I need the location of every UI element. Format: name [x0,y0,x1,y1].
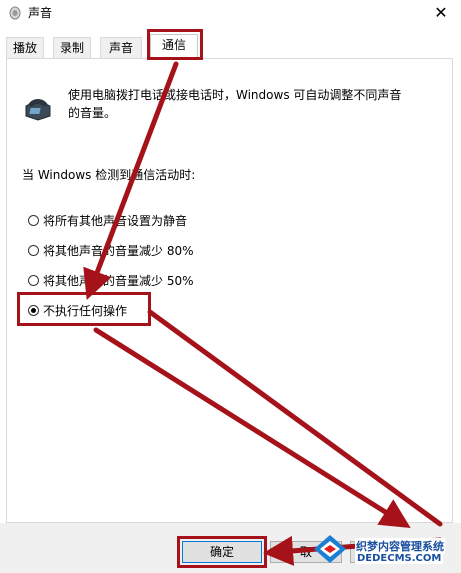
watermark-text: 织梦内容管理系统 [355,538,445,554]
description-text: 使用电脑拨打电话或接电话时，Windows 可自动调整不同声音的音量。 [68,88,402,120]
tab-playback[interactable]: 播放 [6,37,44,59]
close-button[interactable]: ✕ [421,0,461,24]
radio-button[interactable] [28,274,39,286]
tab-panel [6,58,453,523]
option-label: 将其他声音的音量减少 80% [43,243,194,258]
detect-label: 当 Windows 检测到通信活动时: [22,168,196,182]
tab-recording[interactable]: 录制 [53,37,91,59]
watermark-domain: DEDECMS.COM [355,553,444,564]
option-mute-all[interactable]: 将所有其他声音设置为静音 [28,211,187,229]
radio-button[interactable] [28,214,39,226]
option-reduce-80[interactable]: 将其他声音的音量减少 80% [28,241,194,259]
radio-button[interactable] [28,244,39,256]
speaker-icon [9,6,21,20]
tab-sounds[interactable]: 声音 [100,37,142,59]
option-reduce-50[interactable]: 将其他声音的音量减少 50% [28,271,194,289]
highlight-ok [177,536,267,568]
title-bar: 声音 ✕ [0,0,461,28]
window-title: 声音 [28,6,53,20]
option-label: 将所有其他声音设置为静音 [43,213,188,228]
highlight-option [17,292,151,326]
highlight-tab [147,29,203,60]
close-icon: ✕ [434,2,448,22]
phone-icon [25,99,51,121]
option-label: 将其他声音的音量减少 50% [43,273,194,288]
tab-strip: 播放 录制 声音 通信 [0,34,461,60]
